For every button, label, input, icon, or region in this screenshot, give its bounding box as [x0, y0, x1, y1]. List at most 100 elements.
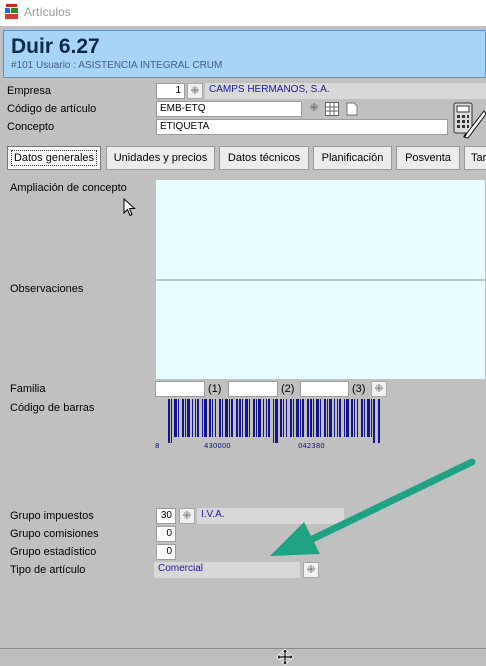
barcode-bar	[316, 399, 319, 437]
grupo-impuestos-label: Grupo impuestos	[10, 510, 94, 522]
barcode-bar	[313, 399, 314, 437]
tipo-articulo-value[interactable]: Comercial	[154, 562, 300, 578]
barcode-digits-left: 430000	[204, 442, 231, 450]
familia-label: Familia	[10, 383, 46, 395]
grupo-impuestos-field[interactable]: 30	[156, 508, 176, 524]
grupo-comisiones-field[interactable]: 0	[156, 526, 176, 542]
app-icon	[5, 4, 18, 19]
grupo-estadistico-label: Grupo estadístico	[10, 546, 97, 558]
barcode-bar	[371, 399, 372, 437]
barcode-bar	[253, 399, 255, 437]
tab-label: Datos generales	[10, 150, 98, 166]
barcode-bar	[310, 399, 312, 437]
barcode-bar	[296, 399, 299, 437]
codigo-picker-button[interactable]: ⁜	[306, 101, 322, 117]
ampliacion-label: Ampliación de concepto	[10, 182, 127, 194]
tab-datos-generales[interactable]: Datos generales	[7, 146, 101, 170]
barcode-bar	[222, 399, 223, 437]
tab-label: Posventa	[405, 152, 451, 164]
codigo-field[interactable]: EMB-ETQ	[156, 101, 302, 117]
calculator-edit-icon[interactable]	[452, 101, 486, 139]
barcode-bar	[346, 399, 349, 437]
barcode-bar	[187, 399, 190, 437]
barcode-bar	[266, 399, 267, 437]
picker-icon: ⁜	[182, 509, 192, 522]
ampliacion-textarea[interactable]	[155, 179, 486, 280]
barcode-bar	[329, 399, 332, 437]
familia-picker-button[interactable]: ⁜	[371, 381, 387, 397]
tab-label: Tar	[471, 152, 486, 164]
concepto-label: Concepto	[7, 121, 55, 133]
page-icon[interactable]	[346, 102, 358, 116]
barcode-bar	[219, 399, 221, 437]
grupo-comisiones-label: Grupo comisiones	[10, 528, 99, 540]
grupo-estadistico-field[interactable]: 0	[156, 544, 176, 560]
barcode-bar	[178, 399, 179, 437]
barcode-bar	[364, 399, 365, 437]
concepto-field[interactable]: ETIQUETA	[156, 119, 448, 135]
picker-icon: ⁜	[306, 563, 316, 576]
familia-1-field[interactable]	[155, 381, 205, 397]
barcode-bar	[192, 399, 193, 437]
move-cursor-icon	[276, 648, 294, 666]
title-bar	[0, 0, 486, 26]
barcode-bar	[231, 399, 233, 437]
barcode-bar	[320, 399, 321, 437]
barcode-bar	[229, 399, 230, 437]
barcode-bar	[351, 399, 353, 437]
familia-1-suffix: (1)	[208, 383, 222, 395]
barcode-bar	[256, 399, 257, 437]
tipo-articulo-picker-button[interactable]: ⁜	[303, 562, 319, 578]
barcode-bar	[273, 399, 274, 443]
barcode-bar	[185, 399, 186, 437]
barcode-bar	[280, 399, 282, 437]
tipo-articulo-label: Tipo de artículo	[10, 564, 86, 576]
barcode-bar	[354, 399, 355, 437]
empresa-picker-button[interactable]: ⁜	[187, 83, 203, 99]
cursor-icon	[123, 198, 136, 217]
barcode-bar	[215, 399, 216, 437]
familia-3-field[interactable]	[300, 381, 349, 397]
barcode-bar	[258, 399, 261, 437]
barcode-bar	[307, 399, 309, 437]
barcode-bar	[168, 399, 170, 443]
barcode-bar	[300, 399, 301, 437]
barcode-bar	[344, 399, 345, 437]
barcode-bar	[327, 399, 328, 437]
barcode-image	[168, 399, 382, 443]
barcode-bar	[242, 399, 243, 437]
observaciones-textarea[interactable]	[155, 280, 486, 380]
barcode-bar	[275, 399, 278, 443]
header-panel: Duir 6.27 #101 Usuario : ASISTENCIA INTE…	[3, 30, 486, 78]
tab-tarifas[interactable]: Tar	[464, 146, 486, 170]
barcode-bar	[286, 399, 287, 437]
picker-icon: ⁜	[309, 101, 319, 114]
barcode-digit-1: 8	[155, 442, 160, 450]
barcode-bar	[171, 399, 172, 443]
barcode-bar	[225, 399, 228, 437]
observaciones-label: Observaciones	[10, 283, 84, 295]
barcode-bar	[209, 399, 211, 437]
barcode-bar	[324, 399, 326, 437]
grid-icon[interactable]	[325, 102, 339, 116]
barcode-bar	[334, 399, 335, 437]
empresa-field[interactable]: 1	[156, 83, 185, 99]
familia-2-suffix: (2)	[281, 383, 295, 395]
barcode-bar	[195, 399, 196, 437]
barcode-bar	[283, 399, 284, 437]
tab-planificacion[interactable]: Planificación	[313, 146, 392, 170]
tab-posventa[interactable]: Posventa	[396, 146, 460, 170]
grupo-impuestos-picker-button[interactable]: ⁜	[179, 508, 195, 524]
barcode-label: Código de barras	[10, 402, 95, 414]
barcode-bar	[373, 399, 375, 443]
tab-label: Datos técnicos	[227, 152, 301, 164]
tab-unidades-precios[interactable]: Unidades y precios	[106, 146, 215, 170]
tab-datos-tecnicos[interactable]: Datos técnicos	[219, 146, 309, 170]
familia-3-suffix: (3)	[352, 383, 366, 395]
empresa-description: CAMPS HERMANOS, S.A.	[205, 83, 486, 99]
familia-2-field[interactable]	[228, 381, 278, 397]
barcode-bar	[290, 399, 292, 437]
barcode-bar	[174, 399, 177, 437]
barcode-bar	[337, 399, 338, 437]
barcode-bar	[357, 399, 358, 437]
